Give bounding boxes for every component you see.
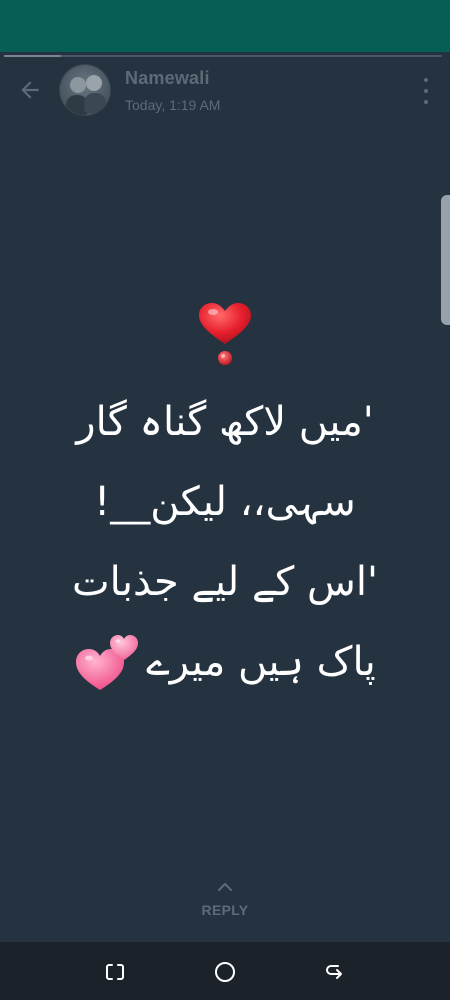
back-icon	[326, 965, 342, 979]
chevron-up-icon	[218, 883, 232, 891]
status-bar	[0, 0, 450, 52]
home-icon	[215, 962, 235, 982]
status-header: Namewali Today, 1:19 AM	[0, 60, 450, 124]
recents-icon	[106, 964, 124, 980]
status-viewer-screen: Namewali Today, 1:19 AM 'میں لاکھ گناہ گ…	[0, 0, 450, 1000]
status-timestamp: Today, 1:19 AM	[125, 97, 221, 113]
back-button[interactable]	[14, 74, 46, 106]
status-line-2: سہی،، لیکن__!	[94, 479, 356, 525]
status-line-3: 'اس کے لیے جذبات	[72, 559, 378, 605]
status-last-line: پاک ہیں میرے	[15, 622, 435, 702]
status-text-content: 'میں لاکھ گناہ گار سہی،، لیکن__! 'اس کے …	[15, 300, 435, 702]
status-progress-bar	[4, 55, 442, 57]
status-progress-fill	[4, 55, 61, 57]
status-line-4: پاک ہیں میرے	[146, 639, 376, 685]
recents-button[interactable]	[101, 958, 129, 986]
more-vertical-icon	[424, 78, 428, 82]
edge-panel-handle[interactable]	[441, 195, 450, 325]
arrow-left-icon	[21, 81, 39, 99]
reply-button[interactable]: REPLY	[0, 880, 450, 930]
nav-back-button[interactable]	[321, 958, 349, 986]
heart-exclamation-icon	[199, 303, 251, 365]
reply-label: REPLY	[201, 902, 249, 918]
two-hearts-icon	[76, 635, 139, 690]
home-button[interactable]	[211, 958, 239, 986]
contact-name[interactable]: Namewali	[125, 68, 210, 89]
contact-avatar[interactable]	[60, 65, 110, 115]
more-options-button[interactable]	[418, 78, 434, 104]
system-navigation-bar	[0, 942, 450, 1000]
status-line-1: 'میں لاکھ گناہ گار	[76, 399, 374, 445]
